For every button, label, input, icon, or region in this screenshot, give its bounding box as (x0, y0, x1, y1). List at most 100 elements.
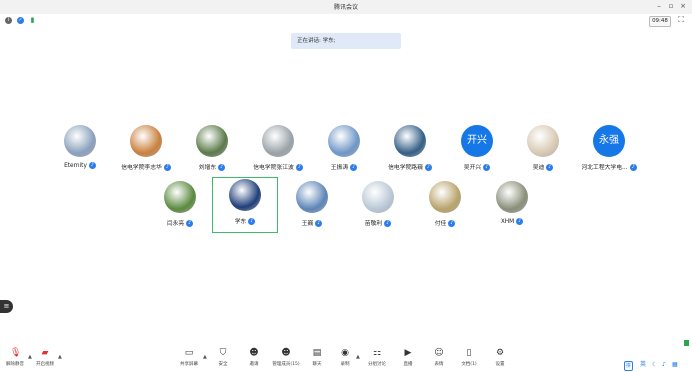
mic-status-icon: ♪ (384, 220, 392, 227)
docs-button[interactable]: ▯ 文档(1) (454, 348, 484, 370)
title-bar: 腾讯会议 – ▫ × (0, 0, 692, 14)
mic-status-icon: ♪ (483, 164, 491, 171)
avatar (328, 125, 360, 157)
invite-label: 邀请 (249, 362, 259, 367)
mic-status-icon: ♪ (629, 164, 637, 171)
fullscreen-icon[interactable]: ⛶ (676, 15, 686, 25)
participant-name-line: 河北工程大学电... ♪ (557, 162, 661, 171)
live-label: 直播 (403, 362, 413, 367)
mic-status-icon: ♪ (516, 218, 524, 225)
avatar (496, 181, 528, 213)
security-button[interactable]: ⛉ 安全 (208, 348, 238, 370)
mic-status-icon: ♪ (448, 220, 456, 227)
ime-mode-indicator[interactable]: 拼 (624, 361, 634, 371)
minimize-button[interactable]: – (654, 1, 664, 12)
shield-icon[interactable]: ✓ (17, 17, 24, 24)
share-screen-button[interactable]: ▭ 共享屏幕 (174, 348, 204, 370)
close-button[interactable]: × (678, 1, 688, 12)
avatar (196, 125, 228, 157)
security-label: 安全 (218, 362, 228, 367)
signal-icon[interactable]: ▮ (29, 17, 36, 24)
avatar (164, 181, 196, 213)
invite-button[interactable]: ☻ 邀请 (239, 348, 269, 370)
breakout-icon: ⚏ (372, 348, 382, 358)
chat-button[interactable]: ▤ 聊天 (302, 348, 332, 370)
record-icon: ◉ (341, 348, 349, 358)
participant-tile[interactable]: 王巍 ♪ (280, 180, 344, 236)
members-icon: ☻ (281, 348, 291, 358)
video-options-chevron-icon[interactable]: ▲ (58, 354, 62, 360)
mic-status-icon: ♪ (350, 164, 358, 171)
participant-tile[interactable]: XHM ♪ (480, 180, 544, 236)
tray-mic-icon[interactable]: ♪ (662, 361, 666, 369)
document-icon: ▯ (466, 348, 472, 358)
participant-tile[interactable]: 开兴吴开兴 ♪ (445, 124, 509, 180)
mic-status-icon: ♪ (315, 220, 323, 227)
breakout-button[interactable]: ⚏ 分组讨论 (362, 348, 392, 370)
participant-name: 王巍 (301, 221, 314, 227)
participant-name: 吴迪 (532, 165, 545, 171)
avatar: 开兴 (461, 125, 493, 157)
info-icon[interactable]: i (5, 17, 12, 24)
tray-keyboard-icon[interactable]: ▦ (672, 361, 678, 369)
sidebar-toggle-icon[interactable]: ≡ (0, 300, 13, 313)
participant-name: 刘增东 (198, 165, 217, 171)
chat-bubble-icon: ▤ (312, 348, 322, 358)
reaction-button[interactable]: ☺ 表情 (424, 348, 454, 370)
live-button[interactable]: ▶ 直播 (393, 348, 423, 370)
avatar: 永强 (593, 125, 625, 157)
avatar (229, 179, 261, 211)
participant-name: XHM (500, 219, 515, 225)
participant-tile[interactable]: Eternity ♪ (48, 124, 112, 180)
live-stream-icon: ▶ (404, 348, 412, 358)
participant-tile[interactable]: 闫永亮 ♪ (148, 180, 212, 236)
participant-tile[interactable]: 刘增东 ♪ (180, 124, 244, 180)
window-title: 腾讯会议 (333, 4, 358, 11)
participant-tile[interactable]: 吴迪 ♪ (511, 124, 575, 180)
settings-label: 设置 (495, 362, 505, 367)
maximize-button[interactable]: ▫ (666, 1, 676, 12)
participant-name: 付佳 (434, 221, 447, 227)
participant-tile[interactable]: 苗敬利 ♪ (346, 180, 410, 236)
mic-status-icon: ♪ (546, 164, 554, 171)
avatar (429, 181, 461, 213)
participant-tile[interactable]: 王振涛 ♪ (312, 124, 376, 180)
mic-label: 解除静音 (6, 362, 24, 367)
gear-icon: ⚙ (495, 348, 505, 358)
chat-label: 聊天 (312, 362, 322, 367)
participant-name: 王振涛 (330, 165, 349, 171)
participant-tile[interactable]: 信电学院张江波 ♪ (246, 124, 310, 180)
participant-name: Eternity (64, 163, 87, 169)
settings-button[interactable]: ⚙ 设置 (485, 348, 515, 370)
video-off-icon: ▰ (41, 348, 49, 358)
participant-name: 信电学院路巍 (388, 165, 423, 171)
participant-name: 河北工程大学电... (581, 165, 628, 171)
participant-tile[interactable]: 付佳 ♪ (413, 180, 477, 236)
share-screen-icon: ▭ (184, 348, 194, 358)
members-button[interactable]: ☻ 管理成员(15) (271, 348, 301, 370)
participant-name: 闫永亮 (166, 221, 185, 227)
participant-tile[interactable]: 信电学院路巍 ♪ (378, 124, 442, 180)
participant-tile[interactable]: 信电学院李志华 ♪ (114, 124, 178, 180)
avatar (64, 125, 96, 157)
share-label: 共享屏幕 (180, 362, 198, 367)
mic-status-icon: ♪ (248, 218, 256, 225)
mic-button[interactable]: 🎙 解除静音 (0, 348, 30, 370)
participant-tile[interactable]: 永强河北工程大学电... ♪ (577, 124, 641, 180)
emoji-icon: ☺ (434, 348, 444, 358)
avatar (296, 181, 328, 213)
bottom-toolbar: 🎙 解除静音 ▲ ▰ 开启视频 ▲ ▭ 共享屏幕 ▲ ⛉ 安全 ☻ 邀请 ☻ 管… (0, 346, 692, 372)
participant-name: 苗敬利 (364, 221, 383, 227)
status-row: i ✓ ▮ (0, 14, 692, 28)
participant-name: 吴开兴 (463, 165, 482, 171)
invite-user-icon: ☻ (249, 348, 259, 358)
avatar (262, 125, 294, 157)
record-options-chevron-icon[interactable]: ▲ (356, 354, 360, 360)
video-button[interactable]: ▰ 开启视频 (30, 348, 60, 370)
ime-language-indicator[interactable]: 英 (640, 361, 646, 369)
record-label: 录制 (340, 362, 350, 367)
avatar (394, 125, 426, 157)
share-options-chevron-icon[interactable]: ▲ (203, 354, 207, 360)
avatar (527, 125, 559, 157)
tray-moon-icon[interactable]: ☾ (652, 361, 657, 369)
